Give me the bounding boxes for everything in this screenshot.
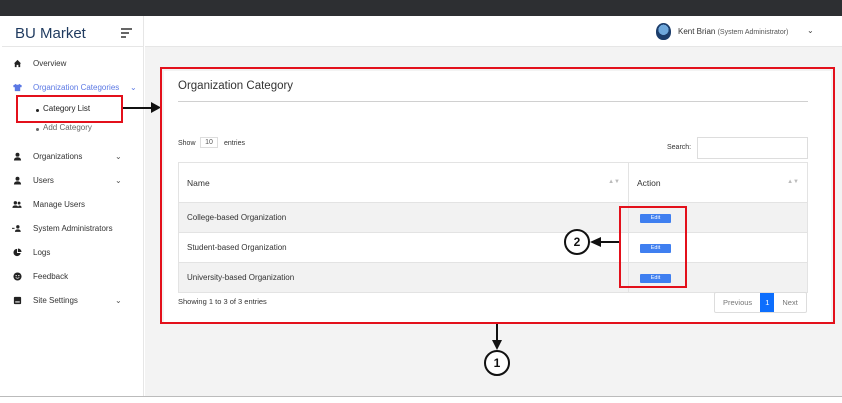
- pie-chart-icon: [12, 247, 22, 257]
- chevron-down-icon: ⌄: [115, 295, 122, 305]
- arrow-line: [123, 107, 153, 109]
- sidebar-item-organization-categories[interactable]: Organization Categories ⌄: [2, 78, 144, 96]
- sidebar-divider: [2, 46, 144, 47]
- sidebar-item-users[interactable]: Users ⌄: [2, 171, 144, 189]
- chevron-down-icon[interactable]: ⌄: [807, 26, 814, 35]
- sidebar-item-manage-users[interactable]: Manage Users: [2, 195, 144, 213]
- callout-2: 2: [564, 229, 590, 255]
- top-header: Kent Brian (System Administrator) ⌄: [145, 16, 842, 47]
- avatar[interactable]: [656, 23, 671, 40]
- bullet-icon: [36, 128, 39, 131]
- window-top-strip: [0, 0, 842, 16]
- card-highlight: [160, 67, 835, 324]
- user-name: Kent Brian: [678, 27, 716, 36]
- brand-title: BU Market: [15, 25, 86, 42]
- settings-icon: [12, 295, 22, 305]
- sidebar-item-feedback[interactable]: Feedback: [2, 267, 144, 285]
- callout-1: 1: [484, 350, 510, 376]
- people-icon: [12, 199, 22, 209]
- bottom-divider: [0, 396, 842, 397]
- chevron-down-icon: ⌄: [115, 151, 122, 161]
- user-role: (System Administrator): [717, 29, 789, 36]
- chevron-down-icon: ⌄: [130, 82, 137, 92]
- person-icon: [12, 151, 22, 161]
- home-icon: [12, 58, 22, 68]
- sidebar-subitem-add-category[interactable]: Add Category: [2, 122, 144, 136]
- shirt-icon: [12, 82, 22, 92]
- sidebar-item-system-administrators[interactable]: System Administrators: [2, 219, 144, 237]
- sidebar-item-organizations[interactable]: Organizations ⌄: [2, 147, 144, 165]
- menu-toggle-icon[interactable]: [121, 28, 132, 38]
- sidebar-item-site-settings[interactable]: Site Settings ⌄: [2, 291, 144, 309]
- person-icon: [12, 175, 22, 185]
- sidebar: BU Market Overview Organization Categori…: [2, 16, 144, 396]
- sidebar-item-overview[interactable]: Overview: [2, 54, 144, 72]
- sidebar-item-logs[interactable]: Logs: [2, 243, 144, 261]
- user-menu[interactable]: Kent Brian (System Administrator): [678, 27, 788, 36]
- edit-buttons-highlight: [619, 206, 687, 288]
- arrow-head-icon: [492, 340, 502, 350]
- arrow-line: [600, 241, 619, 243]
- chevron-down-icon: ⌄: [115, 175, 122, 185]
- smile-icon: [12, 271, 22, 281]
- user-gear-icon: [12, 223, 22, 233]
- category-list-highlight: [16, 95, 123, 123]
